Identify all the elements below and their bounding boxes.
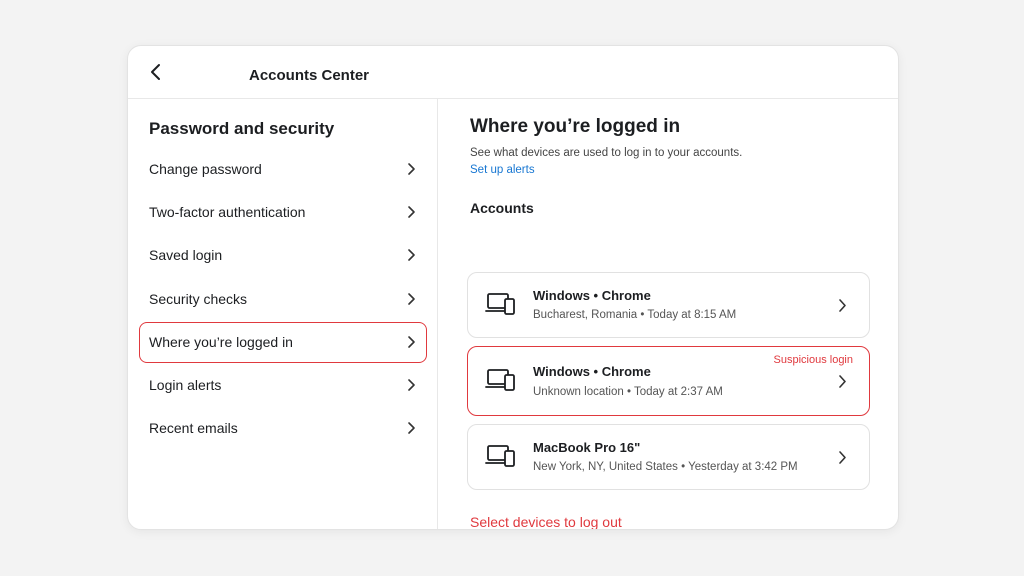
chevron-right-icon: [408, 335, 415, 348]
chevron-right-icon: [839, 451, 846, 464]
device-name: Windows • Chrome: [533, 364, 651, 379]
chevron-right-icon: [408, 163, 415, 175]
sidebar-item-two-factor[interactable]: Two-factor authentication: [139, 192, 427, 233]
sidebar-item-label: Change password: [149, 161, 262, 177]
main-panel: Where you’re logged in See what devices …: [438, 99, 898, 529]
chevron-right-icon: [408, 292, 415, 305]
chevron-right-icon: [408, 422, 415, 434]
device-detail: New York, NY, United States • Yesterday …: [533, 461, 798, 473]
sidebar-item-security-checks[interactable]: Security checks: [139, 279, 427, 320]
sidebar-item-saved-login[interactable]: Saved login: [139, 235, 427, 276]
sidebar-item-change-password[interactable]: Change password: [139, 149, 427, 190]
chevron-right-icon: [839, 299, 846, 312]
back-button[interactable]: [146, 62, 166, 82]
chevron-left-icon: [151, 64, 160, 80]
suspicious-login-badge: Suspicious login: [773, 354, 854, 366]
sidebar-item-login-alerts[interactable]: Login alerts: [139, 365, 427, 406]
devices-icon: [485, 369, 515, 391]
sidebar-item-label: Recent emails: [149, 420, 238, 437]
sidebar-item-label: Saved login: [149, 247, 223, 264]
chevron-right-icon: [408, 249, 415, 262]
chevron-right-icon: [408, 206, 415, 218]
accounts-center-window: Accounts Center Password and security Ch…: [127, 45, 899, 530]
set-up-alerts-link[interactable]: Set up alerts: [470, 164, 535, 176]
device-name: MacBook Pro 16": [533, 440, 641, 455]
chevron-right-icon: [408, 379, 415, 391]
sidebar-item-label: Two-factor authentication: [149, 204, 306, 221]
section-title: Where you’re logged in: [470, 116, 681, 137]
device-detail: Bucharest, Romania • Today at 8:15 AM: [533, 309, 737, 321]
sidebar-item-label: Login alerts: [149, 376, 222, 393]
accounts-heading: Accounts: [470, 200, 534, 216]
sidebar-menu: Change password Two-factor authenticatio…: [139, 149, 427, 451]
select-devices-logout-link[interactable]: Select devices to log out: [470, 514, 622, 529]
device-card[interactable]: Windows • Chrome Bucharest, Romania • To…: [467, 272, 870, 338]
section-description: See what devices are used to log in to y…: [470, 147, 743, 159]
chevron-right-icon: [839, 375, 846, 388]
device-detail: Unknown location • Today at 2:37 AM: [533, 386, 723, 398]
sidebar-item-recent-emails[interactable]: Recent emails: [139, 408, 427, 449]
top-bar: Accounts Center: [128, 46, 898, 99]
device-name: Windows • Chrome: [533, 288, 651, 303]
sidebar: Password and security Change password Tw…: [128, 99, 438, 529]
sidebar-item-where-logged-in[interactable]: Where you’re logged in: [139, 321, 427, 363]
sidebar-item-label: Where you’re logged in: [149, 333, 293, 350]
devices-icon: [485, 445, 515, 467]
sidebar-heading: Password and security: [149, 119, 335, 138]
page-title: Accounts Center: [249, 67, 370, 84]
devices-icon: [485, 293, 515, 315]
device-card-suspicious[interactable]: Suspicious login Windows • Chrome Unknow…: [467, 346, 870, 416]
device-card[interactable]: MacBook Pro 16" New York, NY, United Sta…: [467, 424, 870, 490]
sidebar-item-label: Security checks: [149, 290, 248, 307]
